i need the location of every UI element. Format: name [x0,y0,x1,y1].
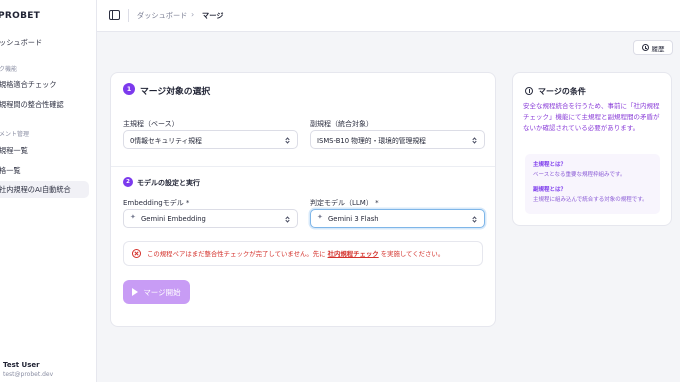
sub-rule-label: 副規程（統合対象） [310,120,373,128]
term-sub-rule: 副規程とは？ [533,187,567,193]
header-divider [128,9,129,22]
chevron-updown-icon [471,136,477,144]
main-rule-label: 主規程（ベース） [123,120,179,128]
breadcrumb-separator-icon: › [191,10,195,19]
embedding-model-label: Embeddingモデル * [123,199,190,207]
merge-card: 1 マージ対象の選択 主規程（ベース） 0情報セキュリティ規程 副規程（統合対象… [110,72,496,327]
main-rule-select[interactable]: 0情報セキュリティ規程 [123,130,298,149]
conditions-glossary: 主規程とは？ ベースとなる重要な規程枠組みです。 副規程とは？ 主規程に組み込ん… [525,154,660,214]
merge-start-label: マージ開始 [143,287,181,297]
conditions-title: マージの条件 [538,87,586,96]
embedding-model-value: Gemini Embedding [141,214,206,223]
rule-check-link[interactable]: 社内規程チェック [328,249,379,258]
conditions-description: 安全な規程統合を行うため、事前に「社内規程チェック」機能にて主規程と副規程間の矛… [523,102,660,132]
consistency-alert: この規程ペアはまだ整合性チェックが完了していません。先に 社内規程チェック を実… [123,241,483,266]
history-icon [641,44,649,51]
play-icon [132,288,139,296]
alert-text-after: を実施してください。 [380,250,445,258]
sub-rule-select[interactable]: ISMS-B10 物理的・環境的管理規程 [310,130,485,149]
top-header: ダッシュボード › マージ [97,0,680,32]
user-name[interactable]: Test User [3,361,40,369]
merge-conditions-panel: マージの条件 安全な規程統合を行うため、事前に「社内規程チェック」機能にて主規程… [512,72,672,226]
sub-rule-value: ISMS-B10 物理的・環境的管理規程 [317,136,426,145]
alert-text-before: この規程ペアはまだ整合性チェックが完了していません。先に [147,250,326,258]
sidebar-item-standard-list[interactable]: 格一覧 [0,166,21,176]
merge-start-button[interactable]: マージ開始 [123,280,190,304]
history-button-label: 履歴 [651,44,665,53]
sidebar-item-rule-list[interactable]: 規程一覧 [0,146,28,156]
sidebar-section-document: メント管理 [0,131,30,138]
embedding-model-select[interactable]: Gemini Embedding [123,209,298,228]
step-1-title: マージ対象の選択 [140,87,211,97]
section-divider [111,166,495,167]
sidebar-item-standard-compliance[interactable]: 規格適合チェック [0,80,57,90]
chevron-updown-icon [471,215,477,223]
sidebar-item-dashboard[interactable]: ッシュボード [0,38,42,48]
sidebar-item-ai-merge-label: 社内規程のAI自動統合 [0,185,71,194]
chevron-updown-icon [284,136,290,144]
definition-sub-rule: 主規程に組み込んで統合する対象の規程です。 [533,197,648,203]
breadcrumb-current: マージ [202,11,224,20]
error-circle-icon [132,249,141,258]
sidebar: PROBET ッシュボード ク機能 規格適合チェック 規程間の整合性確認 メント… [0,0,97,382]
step-2-title: モデルの設定と実行 [137,179,200,187]
judge-model-label: 判定モデル（LLM） * [310,199,379,207]
sparkle-icon [130,213,137,222]
info-icon [525,87,533,95]
step-1-badge: 1 [123,83,135,95]
judge-model-value: Gemini 3 Flash [328,214,379,223]
sparkle-icon [317,213,324,222]
history-button[interactable]: 履歴 [633,40,673,55]
main-rule-value: 0情報セキュリティ規程 [130,136,202,145]
judge-model-select[interactable]: Gemini 3 Flash [310,209,485,228]
brand-logo-text: PROBET [0,11,41,21]
sidebar-toggle-icon[interactable] [109,10,120,20]
user-email: test@probet.dev [3,371,54,378]
sidebar-item-rule-consistency[interactable]: 規程間の整合性確認 [0,100,64,110]
chevron-updown-icon [284,215,290,223]
step-2-badge: 2 [123,177,133,187]
definition-main-rule: ベースとなる重要な規程枠組みです。 [533,172,626,178]
breadcrumb-dashboard[interactable]: ダッシュボード [137,11,187,21]
term-main-rule: 主規程とは？ [533,162,567,168]
sidebar-section-check: ク機能 [0,66,18,73]
